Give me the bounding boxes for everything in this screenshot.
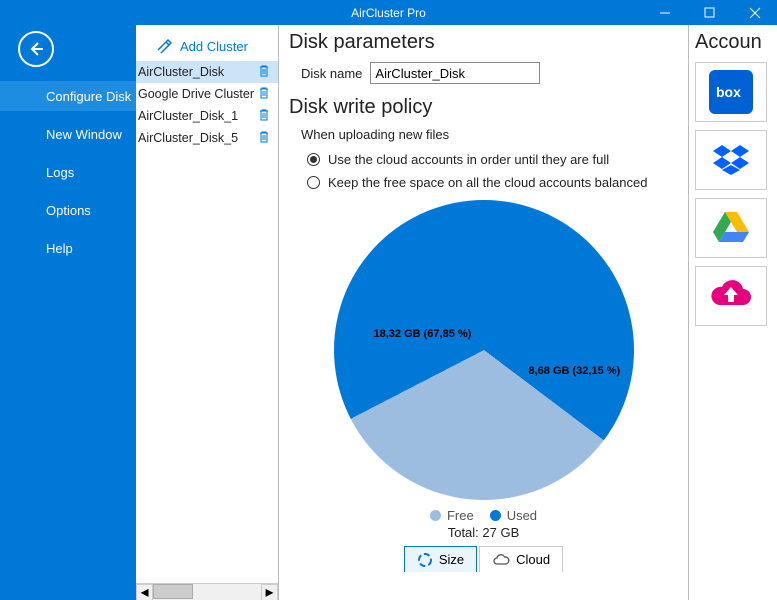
policy-option-label: Use the cloud accounts in order until th… bbox=[328, 152, 609, 167]
write-policy-description: When uploading new files bbox=[301, 127, 678, 142]
chart-total: Total: 27 GB bbox=[448, 525, 520, 540]
write-policy-heading: Disk write policy bbox=[289, 96, 678, 119]
horizontal-scrollbar[interactable]: ◂ ▸ bbox=[136, 583, 278, 600]
maximize-button[interactable] bbox=[687, 0, 732, 25]
nav-options[interactable]: Options bbox=[0, 195, 136, 225]
add-cluster-button[interactable]: Add Cluster bbox=[136, 31, 278, 61]
pie-chart-graphic: 18,32 GB (67,85 %) 8,68 GB (32,15 %) bbox=[334, 200, 634, 500]
window-controls bbox=[642, 0, 777, 25]
trash-icon[interactable] bbox=[258, 130, 270, 147]
nav-configure-disk[interactable]: Configure Disk bbox=[0, 81, 136, 111]
nav-new-window[interactable]: New Window bbox=[0, 119, 136, 149]
scroll-track[interactable] bbox=[153, 584, 261, 600]
window-title: AirCluster Pro bbox=[351, 6, 426, 20]
cluster-item-label: AirCluster_Disk bbox=[138, 65, 224, 79]
titlebar: AirCluster Pro bbox=[0, 0, 777, 25]
pie-chart: 18,32 GB (67,85 %) 8,68 GB (32,15 %) Fre… bbox=[289, 200, 678, 572]
account-dropbox[interactable] bbox=[695, 130, 767, 190]
policy-option-1[interactable]: Keep the free space on all the cloud acc… bbox=[307, 175, 678, 190]
tab-cloud[interactable]: Cloud bbox=[479, 546, 563, 572]
cluster-item[interactable]: AirCluster_Disk_5 bbox=[136, 127, 278, 149]
cluster-item[interactable]: Google Drive Cluster bbox=[136, 83, 278, 105]
pie-slice-used-label: 18,32 GB (67,85 %) bbox=[374, 328, 472, 340]
minimize-button[interactable] bbox=[642, 0, 687, 25]
tab-size[interactable]: Size bbox=[404, 546, 477, 572]
cluster-item-label: Google Drive Cluster bbox=[138, 87, 254, 101]
sidebar-nav: Configure Disk New Window Logs Options H… bbox=[0, 25, 136, 600]
dropbox-icon bbox=[709, 138, 753, 182]
account-cloud-upload[interactable] bbox=[695, 266, 767, 326]
trash-icon[interactable] bbox=[258, 86, 270, 103]
nav-help[interactable]: Help bbox=[0, 233, 136, 263]
back-button[interactable] bbox=[18, 31, 54, 67]
box-icon: box bbox=[709, 70, 753, 114]
accounts-panel: Accoun box bbox=[688, 25, 777, 600]
disk-name-input[interactable] bbox=[370, 62, 540, 84]
cluster-panel: Add Cluster AirCluster_Disk Google Drive… bbox=[136, 25, 279, 600]
close-button[interactable] bbox=[732, 0, 777, 25]
scroll-left-arrow[interactable]: ◂ bbox=[136, 584, 153, 600]
legend-dot-icon bbox=[490, 510, 501, 521]
cluster-item-label: AirCluster_Disk_1 bbox=[138, 109, 238, 123]
accounts-heading: Accoun bbox=[695, 31, 771, 54]
radio-icon bbox=[307, 153, 320, 166]
trash-icon[interactable] bbox=[258, 108, 270, 125]
scroll-thumb[interactable] bbox=[153, 584, 193, 599]
chart-tabs: Size Cloud bbox=[404, 546, 563, 572]
cluster-item[interactable]: AirCluster_Disk bbox=[136, 61, 278, 83]
scroll-right-arrow[interactable]: ▸ bbox=[261, 584, 278, 600]
pie-slice-free-label: 8,68 GB (32,15 %) bbox=[529, 365, 621, 377]
account-box[interactable]: box bbox=[695, 62, 767, 122]
disk-parameters-heading: Disk parameters bbox=[289, 31, 678, 54]
legend-used: Used bbox=[490, 508, 537, 523]
svg-text:box: box bbox=[716, 84, 741, 100]
cluster-item-label: AirCluster_Disk_5 bbox=[138, 131, 238, 145]
account-google-drive[interactable] bbox=[695, 198, 767, 258]
nav-logs[interactable]: Logs bbox=[0, 157, 136, 187]
legend-dot-icon bbox=[430, 510, 441, 521]
chart-legend: Free Used bbox=[430, 508, 537, 523]
main-panel: Disk parameters Disk name Disk write pol… bbox=[279, 25, 688, 600]
cloud-upload-icon bbox=[709, 274, 753, 318]
cluster-item[interactable]: AirCluster_Disk_1 bbox=[136, 105, 278, 127]
google-drive-icon bbox=[709, 206, 753, 250]
disk-name-label: Disk name bbox=[301, 66, 362, 81]
radio-icon bbox=[307, 176, 320, 189]
trash-icon[interactable] bbox=[258, 64, 270, 81]
legend-free: Free bbox=[430, 508, 474, 523]
policy-option-label: Keep the free space on all the cloud acc… bbox=[328, 175, 647, 190]
policy-option-0[interactable]: Use the cloud accounts in order until th… bbox=[307, 152, 678, 167]
add-cluster-label: Add Cluster bbox=[180, 39, 248, 54]
